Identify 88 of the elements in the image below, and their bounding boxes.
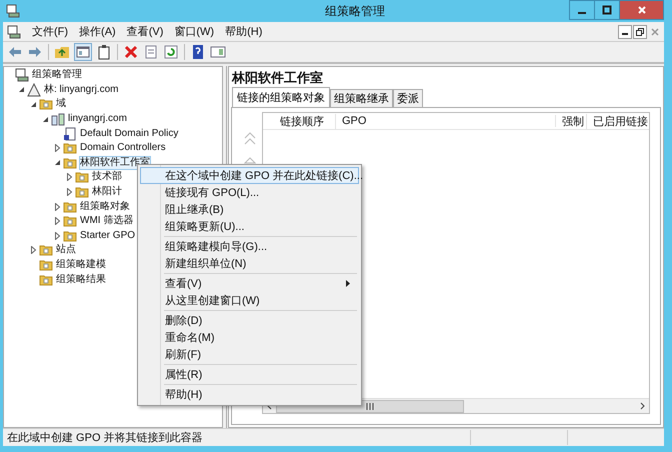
- restore-icon: [636, 28, 644, 36]
- pane-title: 林阳软件工作室: [230, 69, 324, 87]
- refresh-icon[interactable]: [163, 44, 179, 60]
- expand-icon[interactable]: [66, 173, 73, 182]
- folder-icon: [63, 156, 77, 170]
- tree-item[interactable]: 林阳计: [91, 185, 123, 200]
- menu-item[interactable]: 新建组织单位(N): [140, 255, 359, 272]
- tree-item[interactable]: 组策略对象: [79, 200, 131, 214]
- folder-icon: [63, 141, 77, 156]
- tree-item[interactable]: Starter GPO: [79, 228, 136, 243]
- expand-icon[interactable]: [30, 246, 37, 254]
- column-header[interactable]: GPO: [336, 115, 556, 127]
- tree-item[interactable]: WMI 筛选器: [79, 214, 134, 228]
- folder-icon: [39, 243, 53, 258]
- close-button[interactable]: [619, 0, 664, 20]
- collapse-icon[interactable]: [30, 100, 37, 108]
- restore-button[interactable]: [633, 24, 647, 38]
- minimize-icon: [578, 12, 586, 14]
- folder-icon: [63, 228, 77, 243]
- minimize-icon: [622, 33, 628, 35]
- tree-item[interactable]: 组策略建模: [55, 258, 107, 272]
- minimize-button[interactable]: [618, 24, 632, 38]
- folder-icon: [63, 214, 77, 228]
- expand-icon[interactable]: [66, 188, 73, 196]
- expand-icon[interactable]: [54, 232, 61, 240]
- tree-item[interactable]: linyangrj.com: [67, 112, 128, 126]
- maximize-button[interactable]: [594, 0, 620, 20]
- document-icon: [63, 126, 77, 141]
- folder-icon: [63, 200, 77, 214]
- clipboard-icon[interactable]: [96, 44, 112, 60]
- collapse-icon[interactable]: [42, 116, 49, 123]
- window-title: 组策略管理: [325, 2, 385, 20]
- column-header[interactable]: 已启用链接: [587, 114, 649, 128]
- tree-item[interactable]: 站点: [55, 243, 77, 258]
- menu-item[interactable]: 帮助(H): [140, 386, 359, 403]
- folder-icon: [75, 185, 89, 200]
- server-icon: [51, 112, 65, 126]
- menu-item[interactable]: 属性(R): [140, 366, 359, 383]
- menu-item[interactable]: 窗口(W): [174, 24, 214, 39]
- grip-icon: [366, 402, 374, 410]
- menu-item[interactable]: 操作(A): [79, 24, 116, 39]
- expand-icon[interactable]: [54, 202, 61, 211]
- menu-item[interactable]: 组策略建模向导(G)...: [140, 238, 359, 255]
- tree-item[interactable]: 技术部: [91, 170, 123, 184]
- pane-icon[interactable]: [210, 44, 226, 60]
- tree-toggle-button[interactable]: [74, 43, 92, 61]
- menu-item[interactable]: 刷新(F): [140, 346, 359, 363]
- tab[interactable]: 组策略继承: [330, 89, 393, 107]
- folder-up-icon[interactable]: [54, 44, 70, 60]
- menu-item[interactable]: 查看(V): [140, 275, 359, 292]
- app-icon: [6, 4, 20, 18]
- delete-icon[interactable]: [123, 44, 139, 60]
- folder-icon: [75, 170, 89, 184]
- console-icon[interactable]: [7, 24, 21, 38]
- properties-icon[interactable]: [143, 44, 159, 60]
- tree-item[interactable]: Domain Controllers: [79, 141, 167, 156]
- triangle-icon: [27, 82, 41, 97]
- tab[interactable]: 链接的组策略对象: [232, 87, 330, 107]
- folder-icon: [39, 97, 53, 112]
- help-icon[interactable]: [190, 44, 206, 60]
- collapse-icon[interactable]: [54, 159, 61, 166]
- tree-item[interactable]: 域: [55, 97, 67, 112]
- folder-icon: [39, 258, 53, 272]
- close-icon: [636, 5, 646, 15]
- menu-item[interactable]: 阻止继承(B): [140, 201, 359, 218]
- menu-item[interactable]: 重命名(M): [140, 329, 359, 346]
- menu-item[interactable]: 文件(F): [32, 24, 68, 39]
- column-header[interactable]: 链接顺序: [263, 114, 336, 128]
- menu-item[interactable]: 帮助(H): [225, 24, 262, 39]
- tab[interactable]: 委派: [393, 89, 423, 107]
- column-header[interactable]: 强制: [556, 114, 587, 128]
- expand-icon[interactable]: [54, 217, 61, 226]
- tree-item[interactable]: 组策略结果: [55, 272, 107, 287]
- tree-item[interactable]: Default Domain Policy: [79, 126, 180, 141]
- minimize-button[interactable]: [569, 0, 595, 20]
- menu-item[interactable]: 链接现有 GPO(L)...: [140, 184, 359, 201]
- status-text: 在此域中创建 GPO 并将其链接到此容器: [6, 430, 204, 445]
- menu-item[interactable]: 从这里创建窗口(W): [140, 292, 359, 309]
- forward-arrow-icon[interactable]: [27, 44, 43, 60]
- tree-item[interactable]: 组策略管理: [31, 68, 83, 82]
- menu-item[interactable]: 查看(V): [126, 24, 164, 39]
- menu-item[interactable]: 删除(D): [140, 312, 359, 329]
- expand-icon[interactable]: [54, 144, 61, 152]
- collapse-icon[interactable]: [18, 86, 25, 94]
- tree-item[interactable]: 林: linyangrj.com: [43, 82, 120, 97]
- menu-item[interactable]: 组策略更新(U)...: [140, 218, 359, 235]
- maximize-icon: [602, 5, 612, 15]
- folder-icon: [39, 272, 53, 287]
